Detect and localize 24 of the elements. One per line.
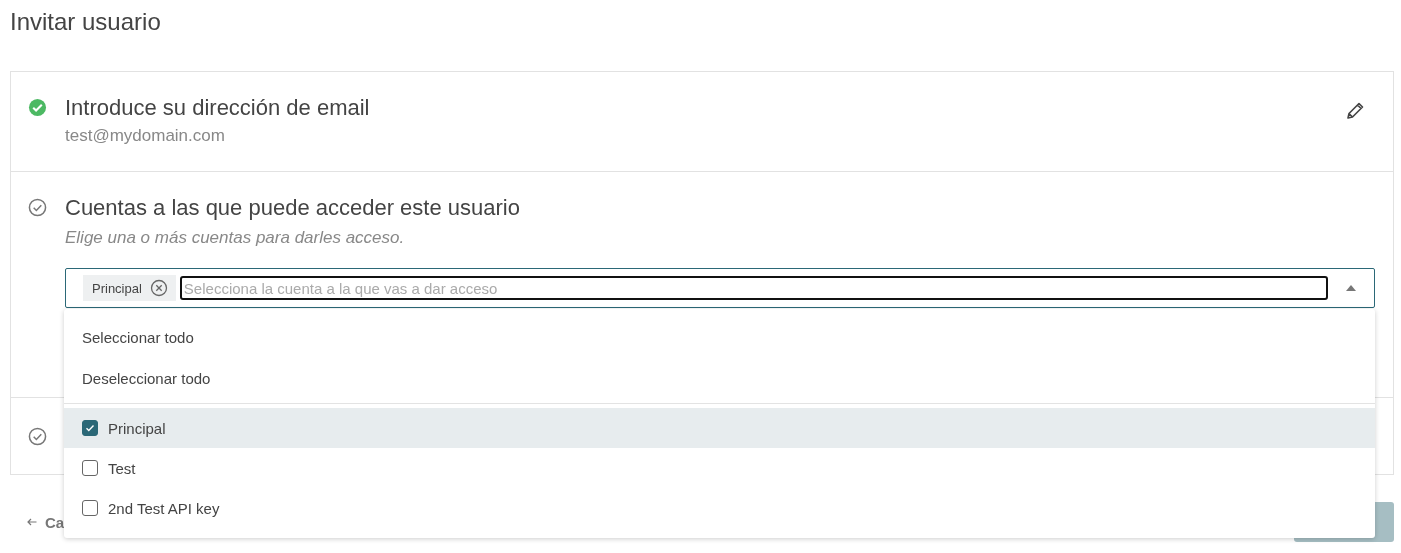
menu-action[interactable]: Seleccionar todo [64, 317, 1375, 358]
option-label: 2nd Test API key [108, 499, 220, 517]
account-option[interactable]: Principal [64, 408, 1375, 448]
account-option[interactable]: 2nd Test API key [64, 488, 1375, 528]
email-value: test@mydomain.com [65, 126, 226, 146]
step-title: Introduce su dirección de email [65, 95, 371, 121]
pencil-icon[interactable] [1345, 101, 1365, 121]
page-title: Invitar usuario [10, 7, 162, 37]
arrow-left-icon [27, 518, 37, 526]
step-hint: Elige una o más cuentas para darles acceso. [65, 228, 406, 248]
account-search-field[interactable]: Selecciona la cuenta a la que vas a dar acceso [179, 276, 1328, 300]
account-option[interactable]: Test [64, 448, 1375, 488]
remove-icon[interactable] [149, 279, 168, 297]
step-title: Cuentas a las que puede acceder este usuario [65, 195, 521, 221]
option-label: Test [108, 459, 136, 477]
option-label: Principal [108, 419, 166, 437]
account-select[interactable]: Principal Selecciona la cuenta a la que vas a dar acceso [65, 268, 1375, 308]
back-link[interactable]: Ca [27, 513, 65, 531]
menu-action[interactable]: Deseleccionar todo [64, 358, 1375, 399]
checkbox[interactable] [82, 500, 98, 516]
caret-icon[interactable] [1346, 285, 1356, 291]
chip-label: Principal [92, 280, 142, 296]
checkbox[interactable] [82, 420, 98, 436]
checkbox[interactable] [82, 460, 98, 476]
